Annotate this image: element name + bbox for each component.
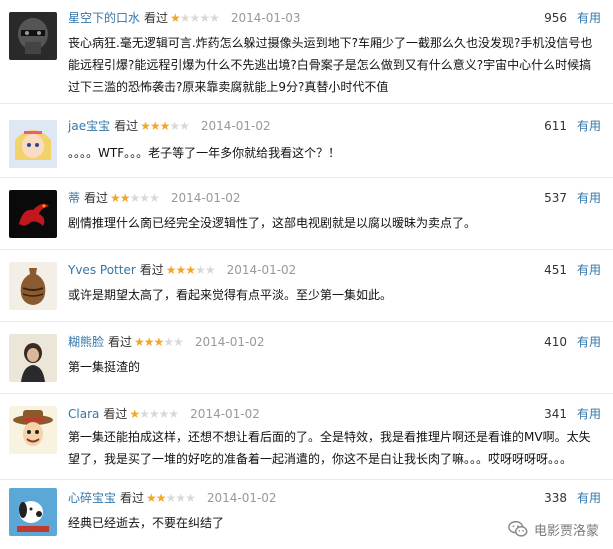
star-rating: ★★★★★ <box>129 407 179 421</box>
seen-label: 看过 <box>139 263 164 277</box>
star-rating: ★★★★★ <box>140 119 190 133</box>
red-dragon-avatar-icon[interactable] <box>9 190 57 238</box>
dark-helmet-avatar-icon[interactable] <box>9 12 57 60</box>
username-link[interactable]: Yves Potter <box>68 263 136 277</box>
review-date: 2014-01-02 <box>194 335 265 349</box>
useful-count: 537 <box>544 191 567 205</box>
useful-button[interactable]: 有用 <box>577 488 601 508</box>
useful-button[interactable]: 有用 <box>577 8 601 28</box>
review-date: 2014-01-02 <box>200 119 271 133</box>
star-rating: ★★★★★ <box>110 191 160 205</box>
anime-girl-avatar-icon[interactable] <box>9 120 57 168</box>
review-date: 2014-01-02 <box>206 491 277 505</box>
useful-button[interactable]: 有用 <box>577 332 601 352</box>
review-meta: jae宝宝 看过 ★★★★★ 2014-01-02 <box>68 116 271 136</box>
review-date: 2014-01-02 <box>226 263 297 277</box>
star-rating: ★★★★★ <box>165 263 216 277</box>
useful-button[interactable]: 有用 <box>577 188 601 208</box>
vase-avatar-icon[interactable] <box>9 262 57 310</box>
seen-label: 看过 <box>144 11 169 25</box>
useful-count: 341 <box>544 407 567 421</box>
useful-count: 451 <box>544 263 567 277</box>
seen-label: 看过 <box>108 335 133 349</box>
watermark-text: 电影贾洛蒙 <box>533 523 599 539</box>
review-date: 2014-01-02 <box>190 407 260 421</box>
seen-label: 看过 <box>114 119 139 133</box>
review-meta: 蒂看过 ★★★★★ 2014-01-02 <box>68 188 241 208</box>
review-text: 第一集挺渣的 <box>68 360 141 374</box>
review-date: 2014-01-02 <box>170 191 241 205</box>
review-text: 剧情推理什么啇已经完全没逻辑性了，这部电视剧就是以腐以暧昧为卖点了。 <box>68 216 477 230</box>
star-rating: ★★★★★ <box>146 491 196 505</box>
review-item: 星空下的口水 看过 ★★★★★ 2014-01-03 956 有用 丧心病狂.毫无逻辑… <box>0 8 613 104</box>
username-link[interactable]: 心碎宝宝 <box>68 491 116 505</box>
cowboy-toy-avatar-icon[interactable] <box>9 406 57 454</box>
star-rating: ★★★★★ <box>134 335 184 349</box>
review-text: 丧心病狂.毫无逻辑可言.炸药怎么躲过摄像头运到地下?车厢少了一截那么久也没发现?… <box>68 36 593 94</box>
useful-button[interactable]: 有用 <box>577 260 601 280</box>
useful-count: 956 <box>544 11 567 25</box>
review-meta: 心碎宝宝 看过 ★★★★★ 2014-01-02 <box>68 488 277 508</box>
username-link[interactable]: Clara <box>68 407 99 421</box>
seen-label: 看过 <box>84 191 109 205</box>
useful-count: 611 <box>544 119 567 133</box>
review-text: 。。。。WTF。。。老子等了一年多你就给我看这个？！ <box>68 146 341 160</box>
review-meta: 糊熊脸 看过 ★★★★★ 2014-01-02 <box>68 332 265 352</box>
review-item: jae宝宝 看过 ★★★★★ 2014-01-02 611 有用 。。。。WTF。。。… <box>0 116 613 178</box>
review-meta: Yves Potter 看过 ★★★★★ 2014-01-02 <box>68 260 296 280</box>
review-item: 糊熊脸 看过 ★★★★★ 2014-01-02 410 有用 第一集挺渣的 <box>0 332 613 394</box>
useful-count: 338 <box>544 491 567 505</box>
useful-button[interactable]: 有用 <box>577 404 601 424</box>
username-link[interactable]: jae宝宝 <box>68 119 110 133</box>
username-link[interactable]: 星空下的口水 <box>68 11 140 25</box>
review-meta: Clara 看过 ★★★★★ 2014-01-02 <box>68 404 260 424</box>
seen-label: 看过 <box>103 407 128 421</box>
watermark: 电影贾洛蒙 <box>507 517 599 541</box>
wechat-icon <box>507 518 529 540</box>
review-item: Yves Potter 看过 ★★★★★ 2014-01-02 451 有用 或许是期… <box>0 260 613 322</box>
woman-portrait-avatar-icon[interactable] <box>9 334 57 382</box>
useful-count: 410 <box>544 335 567 349</box>
star-rating: ★★★★★ <box>170 11 220 25</box>
review-date: 2014-01-03 <box>230 11 301 25</box>
seen-label: 看过 <box>120 491 145 505</box>
username-link[interactable]: 蒂 <box>68 191 80 205</box>
username-link[interactable]: 糊熊脸 <box>68 335 104 349</box>
review-text: 或许是期望太高了，看起来觉得有点平淡。至少第一集如此。 <box>68 288 393 302</box>
review-item: Clara 看过 ★★★★★ 2014-01-02 341 有用 第一集还能拍成这样，… <box>0 404 613 480</box>
useful-button[interactable]: 有用 <box>577 116 601 136</box>
review-meta: 星空下的口水 看过 ★★★★★ 2014-01-03 <box>68 8 301 28</box>
review-text: 第一集还能拍成这样，还想不想让看后面的了。全是特效，我是看推理片啊还是看谁的MV… <box>68 430 591 466</box>
snoopy-avatar-icon[interactable] <box>9 488 57 536</box>
review-item: 蒂看过 ★★★★★ 2014-01-02 537 有用 剧情推理什么啇已经完全没逻辑… <box>0 188 613 250</box>
